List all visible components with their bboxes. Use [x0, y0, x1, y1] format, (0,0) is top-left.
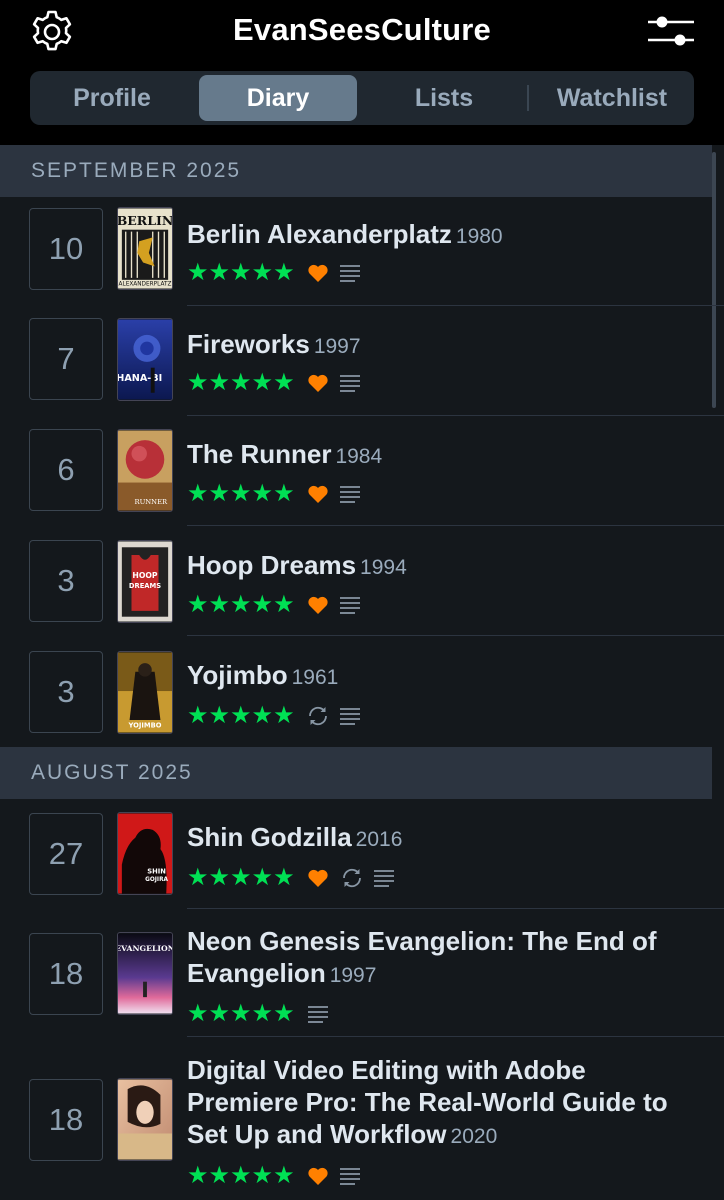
- row-separator: [187, 415, 724, 416]
- review-icon: [339, 265, 360, 282]
- heart-icon: [307, 1167, 328, 1185]
- star-rating: ★★★★★: [187, 1000, 295, 1027]
- entry-meta: ★★★★★: [187, 371, 361, 395]
- film-year: 2016: [355, 828, 403, 851]
- star-rating: ★★★★★: [187, 369, 295, 396]
- film-title[interactable]: The Runner 1984: [187, 438, 702, 473]
- svg-text:HANA-BI: HANA-BI: [117, 373, 162, 384]
- day-box: 6: [29, 429, 103, 511]
- day-box: 10: [29, 208, 103, 290]
- review-icon: [373, 870, 394, 887]
- month-header: SEPTEMBER 2025: [0, 145, 712, 197]
- diary-entry[interactable]: 27 SHIN GOJIRA Shin Godzilla 2016 ★★★★★: [0, 799, 724, 909]
- poster-image[interactable]: EVANGELION: [117, 932, 173, 1015]
- poster-image[interactable]: HANA-BI: [117, 318, 173, 401]
- review-icon: [339, 597, 360, 614]
- entry-meta: ★★★★★: [187, 593, 361, 617]
- film-title[interactable]: Neon Genesis Evangelion: The End of Evan…: [187, 925, 702, 992]
- scrollbar[interactable]: [712, 152, 716, 408]
- entry-meta: ★★★★★: [187, 866, 395, 890]
- day-box: 7: [29, 318, 103, 400]
- tab-bar: Profile Diary Lists Watchlist: [30, 71, 694, 125]
- diary-entry[interactable]: 10 BERLIN ALEXANDERPLATZ Berlin Alexande…: [0, 197, 724, 307]
- day-box: 18: [29, 1079, 103, 1161]
- film-year: 1994: [360, 556, 407, 579]
- star-rating: ★★★★★: [187, 864, 295, 891]
- film-year: 1997: [329, 964, 377, 987]
- review-icon: [339, 486, 360, 503]
- tab-watchlist[interactable]: Watchlist: [530, 75, 694, 121]
- entry-meta: ★★★★★: [187, 704, 361, 728]
- row-separator: [187, 635, 724, 636]
- tab-lists[interactable]: Lists: [362, 75, 526, 121]
- row-separator: [187, 525, 724, 526]
- poster-image[interactable]: SHIN GOJIRA: [117, 812, 173, 895]
- entry-meta: ★★★★★: [187, 482, 361, 506]
- film-year: 1997: [313, 335, 361, 358]
- poster-image[interactable]: YOJIMBO: [117, 651, 173, 734]
- heart-icon: [307, 264, 328, 282]
- heart-icon: [307, 596, 328, 614]
- film-title[interactable]: Shin Godzilla 2016: [187, 821, 702, 856]
- svg-text:RUNNER: RUNNER: [134, 498, 168, 506]
- film-title[interactable]: Fireworks 1997: [187, 328, 702, 363]
- svg-text:YOJIMBO: YOJIMBO: [127, 722, 161, 730]
- svg-text:DREAMS: DREAMS: [129, 582, 161, 590]
- filter-sliders-icon[interactable]: [646, 12, 696, 52]
- diary-entry[interactable]: 18 Digital Video Editing with Adobe Prem…: [0, 1037, 712, 1200]
- svg-text:GOJIRA: GOJIRA: [145, 877, 168, 883]
- film-year: 1980: [455, 225, 503, 248]
- poster-image[interactable]: [117, 1078, 173, 1161]
- svg-text:EVANGELION: EVANGELION: [117, 944, 173, 953]
- film-title[interactable]: Digital Video Editing with Adobe Premier…: [187, 1054, 702, 1153]
- star-rating: ★★★★★: [187, 259, 295, 286]
- row-separator: [187, 305, 724, 306]
- star-rating: ★★★★★: [187, 591, 295, 618]
- entry-meta: ★★★★★: [187, 261, 361, 285]
- star-rating: ★★★★★: [187, 1162, 295, 1189]
- film-title[interactable]: Yojimbo 1961: [187, 659, 702, 694]
- rewatch-icon: [342, 868, 361, 888]
- app-title: EvanSeesCulture: [233, 12, 491, 47]
- tab-profile[interactable]: Profile: [30, 75, 194, 121]
- tab-diary[interactable]: Diary: [199, 75, 357, 121]
- diary-entry[interactable]: 6 RUNNER The Runner 1984 ★★★★★: [0, 417, 724, 527]
- poster-image[interactable]: RUNNER: [117, 429, 173, 512]
- diary-entry[interactable]: 18 EVANGELION Neon Genesis Evangelion: T…: [0, 909, 724, 1037]
- day-box: 3: [29, 651, 103, 733]
- poster-image[interactable]: BERLIN ALEXANDERPLATZ: [117, 207, 173, 290]
- svg-text:BERLIN: BERLIN: [117, 213, 173, 228]
- entry-meta: ★★★★★: [187, 1002, 329, 1026]
- app-header: EvanSeesCulture Profile Diary Lists Watc…: [0, 0, 724, 145]
- diary-entry[interactable]: 3 HOOP DREAMS Hoop Dreams 1994 ★★★★★: [0, 527, 724, 637]
- film-year: 1961: [291, 666, 339, 689]
- star-rating: ★★★★★: [187, 480, 295, 507]
- film-title[interactable]: Berlin Alexanderplatz 1980: [187, 218, 702, 253]
- heart-icon: [307, 485, 328, 503]
- month-header: AUGUST 2025: [0, 747, 712, 799]
- review-icon: [339, 1168, 360, 1185]
- svg-text:ALEXANDERPLATZ: ALEXANDERPLATZ: [119, 282, 172, 288]
- svg-text:HOOP: HOOP: [132, 571, 158, 580]
- star-rating: ★★★★★: [187, 702, 295, 729]
- heart-icon: [307, 374, 328, 392]
- diary-entry[interactable]: 3 YOJIMBO Yojimbo 1961 ★★★★★: [0, 637, 712, 747]
- day-box: 3: [29, 540, 103, 622]
- svg-text:SHIN: SHIN: [147, 867, 166, 875]
- day-box: 18: [29, 933, 103, 1015]
- review-icon: [307, 1006, 328, 1023]
- day-box: 27: [29, 813, 103, 895]
- film-year: 1984: [335, 445, 383, 468]
- diary-entry[interactable]: 7 HANA-BI Fireworks 1997 ★★★★★: [0, 307, 724, 417]
- poster-image[interactable]: HOOP DREAMS: [117, 540, 173, 623]
- tab-divider: [527, 85, 529, 111]
- review-icon: [339, 708, 360, 725]
- rewatch-icon: [308, 706, 327, 726]
- entry-meta: ★★★★★: [187, 1164, 361, 1188]
- film-year: 2020: [450, 1125, 498, 1148]
- film-title[interactable]: Hoop Dreams 1994: [187, 549, 702, 584]
- heart-icon: [307, 869, 328, 887]
- review-icon: [339, 375, 360, 392]
